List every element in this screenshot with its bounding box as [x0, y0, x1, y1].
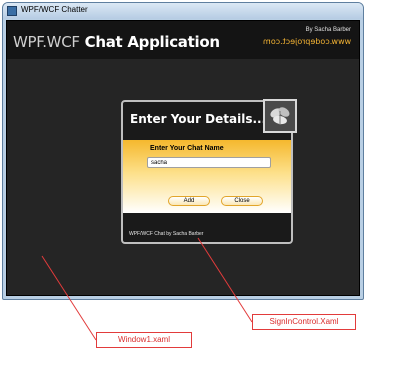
window-callout: Window1.xaml [96, 332, 192, 348]
signin-callout-line [197, 237, 253, 323]
window-callout-line [41, 255, 97, 341]
signin-callout: SignInControl.Xaml [252, 314, 356, 330]
